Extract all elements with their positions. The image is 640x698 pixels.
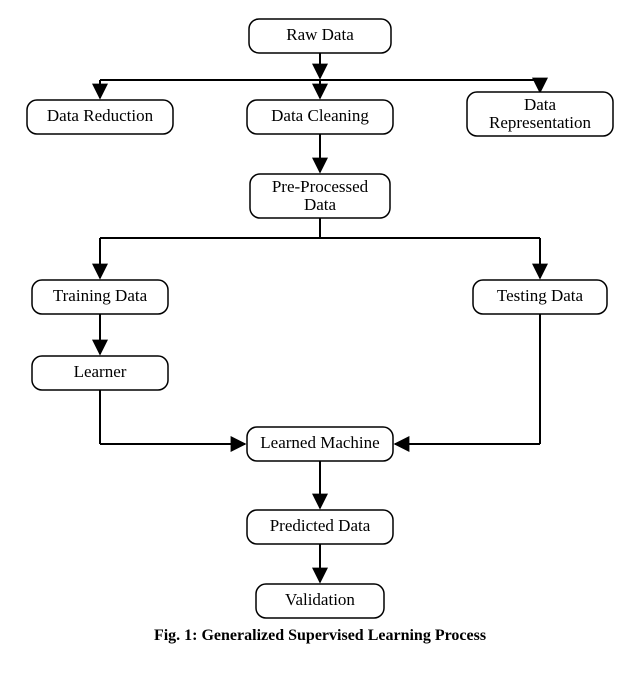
label-testing: Testing Data <box>497 286 584 305</box>
label-pre-2: Data <box>304 195 337 214</box>
label-predicted: Predicted Data <box>270 516 371 535</box>
label-data-reduction: Data Reduction <box>47 106 154 125</box>
label-data-rep-2: Representation <box>489 113 591 132</box>
label-training: Training Data <box>53 286 148 305</box>
flowchart: Raw Data Data Reduction Data Cleaning Da… <box>0 0 640 698</box>
label-learned-machine: Learned Machine <box>260 433 379 452</box>
label-validation: Validation <box>285 590 355 609</box>
label-data-rep-1: Data <box>524 95 557 114</box>
label-raw-data: Raw Data <box>286 25 354 44</box>
label-data-cleaning: Data Cleaning <box>271 106 369 125</box>
label-learner: Learner <box>74 362 127 381</box>
label-pre-1: Pre-Processed <box>272 177 369 196</box>
figure-caption: Fig. 1: Generalized Supervised Learning … <box>154 627 486 644</box>
